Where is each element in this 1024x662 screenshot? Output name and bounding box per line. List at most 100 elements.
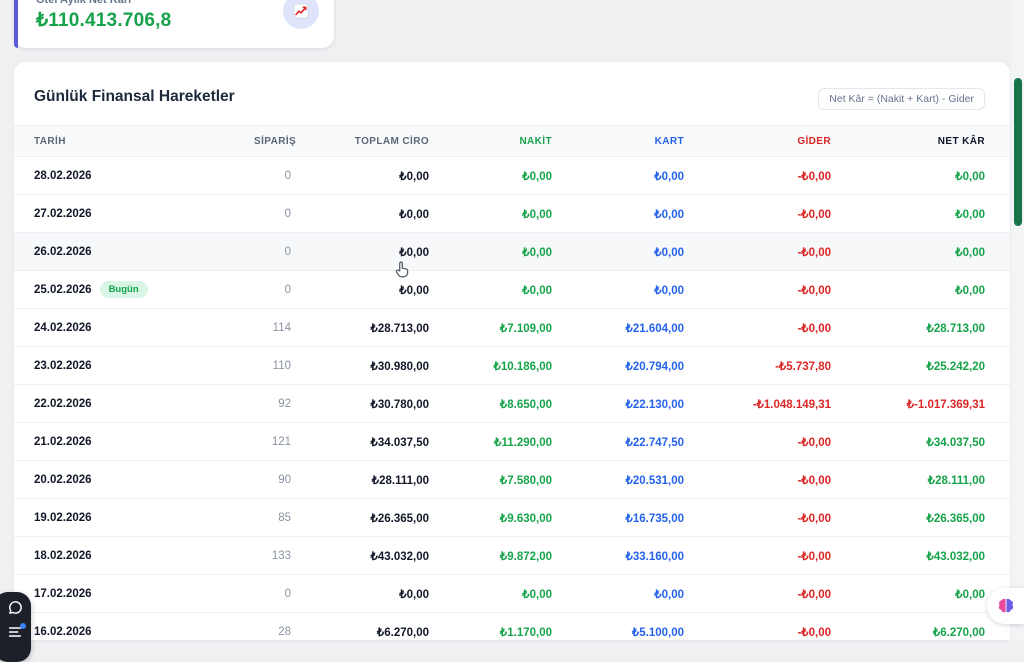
cell-nakit: ₺7.580,00 <box>449 460 572 499</box>
cell-kart: ₺21.604,00 <box>572 308 704 347</box>
cell-date: 25.02.2026 Bugün <box>14 270 254 309</box>
cell-ciro: ₺0,00 <box>311 574 449 613</box>
cell-ciro: ₺30.980,00 <box>311 346 449 385</box>
cell-kart: ₺16.735,00 <box>572 498 704 537</box>
column-header: NET KÂR <box>851 125 1010 157</box>
cell-kart: ₺20.531,00 <box>572 460 704 499</box>
cell-nakit: ₺0,00 <box>449 194 572 233</box>
table-row[interactable]: 18.02.2026 133 ₺43.032,00 ₺9.872,00 ₺33.160,… <box>14 536 1010 575</box>
table-row[interactable]: 20.02.2026 90 ₺28.111,00 ₺7.580,00 ₺20.531,0… <box>14 460 1010 499</box>
cell-orders: 0 <box>254 156 311 195</box>
cell-nakit: ₺8.650,00 <box>449 384 572 423</box>
cell-net: ₺0,00 <box>851 194 1010 233</box>
cell-kart: ₺22.130,00 <box>572 384 704 423</box>
column-header: SİPARİŞ <box>254 125 311 157</box>
brain-icon <box>998 598 1013 613</box>
column-header: KART <box>572 125 704 157</box>
cell-kart: ₺0,00 <box>572 156 704 195</box>
chat-bubble-icon[interactable] <box>7 599 24 616</box>
cell-date: 21.02.2026 <box>14 422 254 461</box>
cell-kart: ₺0,00 <box>572 270 704 309</box>
cell-ciro: ₺0,00 <box>311 232 449 271</box>
column-header: GİDER <box>704 125 851 157</box>
cell-orders: 0 <box>254 232 311 271</box>
changelog-list-icon[interactable] <box>7 623 26 642</box>
cell-nakit: ₺9.872,00 <box>449 536 572 575</box>
cell-gider: -₺1.048.149,31 <box>704 384 851 423</box>
table-row[interactable]: 27.02.2026 0 ₺0,00 ₺0,00 ₺0,00 -₺0,00 ₺0,00 <box>14 194 1010 233</box>
finance-table-body: 28.02.2026 0 ₺0,00 ₺0,00 ₺0,00 -₺0,00 ₺0,00 27.… <box>14 156 1010 640</box>
cell-nakit: ₺1.170,00 <box>449 612 572 640</box>
cell-gider: -₺0,00 <box>704 156 851 195</box>
cell-ciro: ₺0,00 <box>311 156 449 195</box>
scrollbar-thumb[interactable] <box>1014 78 1022 226</box>
cell-gider: -₺0,00 <box>704 536 851 575</box>
cell-gider: -₺0,00 <box>704 498 851 537</box>
cell-date: 16.02.2026 <box>14 612 254 640</box>
cell-date: 27.02.2026 <box>14 194 254 233</box>
table-row[interactable]: 17.02.2026 0 ₺0,00 ₺0,00 ₺0,00 -₺0,00 ₺0,00 <box>14 574 1010 613</box>
cell-gider: -₺0,00 <box>704 270 851 309</box>
cell-gider: -₺0,00 <box>704 574 851 613</box>
cell-orders: 92 <box>254 384 311 423</box>
cell-kart: ₺33.160,00 <box>572 536 704 575</box>
panel-header: Günlük Finansal Hareketler Net Kâr = (Na… <box>14 62 1010 125</box>
table-row[interactable]: 19.02.2026 85 ₺26.365,00 ₺9.630,00 ₺16.735,0… <box>14 498 1010 537</box>
monthly-net-profit-card: Otel Aylık Net Kârı ₺110.413.706,8 <box>14 0 334 48</box>
daily-financial-movements-panel: Günlük Finansal Hareketler Net Kâr = (Na… <box>14 62 1010 640</box>
cell-ciro: ₺6.270,00 <box>311 612 449 640</box>
column-header: NAKİT <box>449 125 572 157</box>
table-row[interactable]: 21.02.2026 121 ₺34.037,50 ₺11.290,00 ₺22.747… <box>14 422 1010 461</box>
cell-date: 19.02.2026 <box>14 498 254 537</box>
cell-date: 24.02.2026 <box>14 308 254 347</box>
cell-orders: 0 <box>254 270 311 309</box>
cell-kart: ₺5.100,00 <box>572 612 704 640</box>
cell-gider: -₺0,00 <box>704 194 851 233</box>
header-row: TARİH SİPARİŞ TOPLAM CİRO NAKİT KART GİDER NET… <box>14 125 1010 157</box>
cell-net: ₺28.713,00 <box>851 308 1010 347</box>
cell-orders: 110 <box>254 346 311 385</box>
cell-orders: 133 <box>254 536 311 575</box>
cell-nakit: ₺9.630,00 <box>449 498 572 537</box>
cell-kart: ₺0,00 <box>572 194 704 233</box>
cell-orders: 114 <box>254 308 311 347</box>
cell-date: 22.02.2026 <box>14 384 254 423</box>
cell-net: ₺-1.017.369,31 <box>851 384 1010 423</box>
cell-kart: ₺22.747,50 <box>572 422 704 461</box>
cell-nakit: ₺10.186,00 <box>449 346 572 385</box>
cell-net: ₺6.270,00 <box>851 612 1010 640</box>
cell-nakit: ₺11.290,00 <box>449 422 572 461</box>
cell-net: ₺0,00 <box>851 270 1010 309</box>
cell-date: 20.02.2026 <box>14 460 254 499</box>
cell-ciro: ₺28.111,00 <box>311 460 449 499</box>
cell-gider: -₺0,00 <box>704 232 851 271</box>
cell-nakit: ₺0,00 <box>449 156 572 195</box>
column-header: TOPLAM CİRO <box>311 125 449 157</box>
cell-net: ₺25.242,20 <box>851 346 1010 385</box>
table-row[interactable]: 24.02.2026 114 ₺28.713,00 ₺7.109,00 ₺21.604,… <box>14 308 1010 347</box>
cell-ciro: ₺0,00 <box>311 194 449 233</box>
cell-gider: -₺0,00 <box>704 422 851 461</box>
cell-nakit: ₺0,00 <box>449 574 572 613</box>
table-row[interactable]: 16.02.2026 28 ₺6.270,00 ₺1.170,00 ₺5.100,00-… <box>14 612 1010 640</box>
feedback-widget <box>0 592 31 662</box>
cell-date: 17.02.2026 <box>14 574 254 613</box>
today-badge: Bugün <box>99 281 148 298</box>
table-row[interactable]: 26.02.2026 0 ₺0,00 ₺0,00 ₺0,00 -₺0,00 ₺0,00 <box>14 232 1010 271</box>
cell-ciro: ₺26.365,00 <box>311 498 449 537</box>
cell-kart: ₺0,00 <box>572 232 704 271</box>
cell-date: 26.02.2026 <box>14 232 254 271</box>
table-row[interactable]: 28.02.2026 0 ₺0,00 ₺0,00 ₺0,00 -₺0,00 ₺0,00 <box>14 156 1010 195</box>
cell-orders: 121 <box>254 422 311 461</box>
table-row[interactable]: 22.02.2026 92 ₺30.780,00 ₺8.650,00 ₺22.130,0… <box>14 384 1010 423</box>
cell-orders: 90 <box>254 460 311 499</box>
cell-nakit: ₺0,00 <box>449 232 572 271</box>
cell-nakit: ₺7.109,00 <box>449 308 572 347</box>
cell-net: ₺43.032,00 <box>851 536 1010 575</box>
cell-kart: ₺0,00 <box>572 574 704 613</box>
cell-net: ₺26.365,00 <box>851 498 1010 537</box>
cell-ciro: ₺0,00 <box>311 270 449 309</box>
table-row[interactable]: 23.02.2026 110 ₺30.980,00 ₺10.186,00 ₺20.794… <box>14 346 1010 385</box>
table-row[interactable]: 25.02.2026 Bugün 0 ₺0,00 ₺0,00 ₺0,00 -₺0,00 ₺0,… <box>14 270 1010 309</box>
ai-assistant-button[interactable] <box>987 588 1024 624</box>
